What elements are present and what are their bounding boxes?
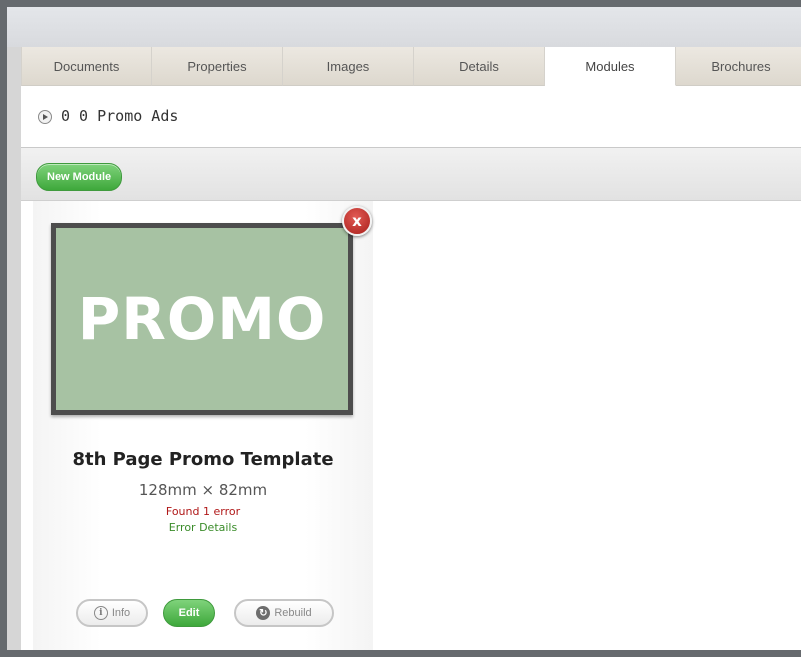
edit-button-label: Edit: [178, 607, 200, 619]
module-card: PROMO x 8th Page Promo Template 128mm × …: [33, 201, 373, 650]
module-dimensions: 128mm × 82mm: [138, 481, 268, 499]
module-name: 8th Page Promo Template: [72, 449, 334, 470]
app-window: Documents Properties Images Details Modu…: [7, 7, 801, 650]
module-thumbnail: PROMO: [56, 228, 348, 410]
thumbnail-text: PROMO: [77, 285, 327, 353]
breadcrumb-text: 0 0 Promo Ads: [61, 107, 179, 125]
tab-details[interactable]: Details: [414, 47, 545, 86]
new-module-button[interactable]: New Module: [36, 163, 123, 191]
tab-properties[interactable]: Properties: [152, 47, 283, 86]
info-button-label: Info: [111, 607, 131, 619]
close-icon: x: [352, 212, 362, 230]
play-circle-icon[interactable]: [38, 110, 52, 124]
refresh-icon: ↻: [256, 606, 271, 620]
info-icon: i: [93, 606, 108, 620]
top-strip: [7, 7, 801, 47]
tab-bar: Documents Properties Images Details Modu…: [21, 47, 801, 87]
edit-button[interactable]: Edit: [163, 599, 215, 627]
delete-module-button[interactable]: x: [342, 206, 372, 236]
rebuild-button-label: Rebuild: [274, 607, 312, 619]
tab-documents[interactable]: Documents: [21, 47, 152, 86]
module-error-count: Found 1 error: [165, 505, 241, 518]
module-actions: i Info Edit ↻ Rebuild: [33, 599, 373, 631]
left-gutter: [7, 47, 21, 650]
module-toolbar: New Module: [21, 148, 801, 201]
tab-modules[interactable]: Modules: [545, 47, 676, 86]
error-details-link[interactable]: Error Details: [33, 521, 373, 534]
tab-images[interactable]: Images: [283, 47, 414, 86]
tab-brochures[interactable]: Brochures: [676, 47, 801, 86]
breadcrumb: 0 0 Promo Ads: [21, 87, 801, 148]
info-button[interactable]: i Info: [76, 599, 148, 627]
rebuild-button[interactable]: ↻ Rebuild: [234, 599, 334, 627]
module-list: PROMO x 8th Page Promo Template 128mm × …: [21, 201, 801, 650]
module-thumbnail-frame[interactable]: PROMO: [51, 223, 353, 415]
